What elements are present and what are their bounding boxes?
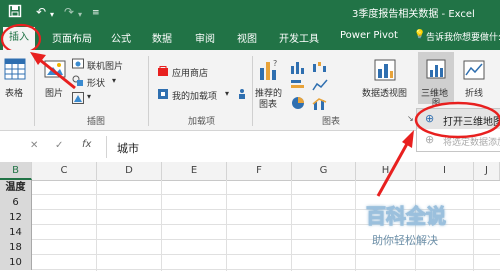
watermark: 百科全说 助你轻松解决 (366, 200, 447, 248)
watermark-title: 百科全说 (366, 204, 447, 229)
watermark-subtitle: 助你轻松解决 (372, 234, 438, 247)
